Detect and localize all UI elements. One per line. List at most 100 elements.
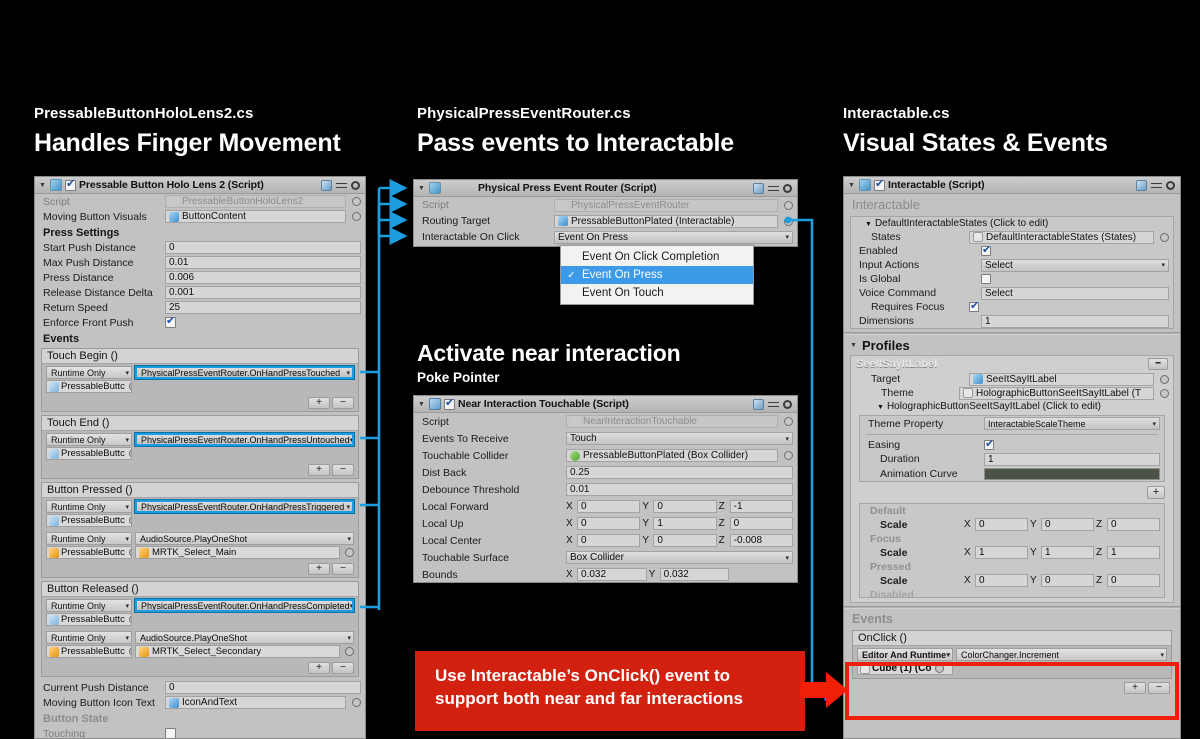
scale-z-input[interactable]: 0: [1107, 574, 1160, 587]
row-requires-focus[interactable]: Requires Focus: [851, 300, 1173, 314]
row-dist-back[interactable]: Dist Back 0.25: [414, 464, 797, 481]
row-moving-button-icon-text[interactable]: Moving Button Icon Text IconAndText: [35, 695, 365, 710]
preset-icon[interactable]: [336, 180, 347, 191]
event-add-remove[interactable]: + −: [42, 463, 358, 478]
object-picker-button[interactable]: [784, 200, 793, 210]
object-picker-button[interactable]: [345, 548, 354, 557]
add-listener-button[interactable]: +: [308, 464, 330, 476]
event-entry-row[interactable]: Runtime Only ▾ PhysicalPressEventRouter.O…: [42, 498, 358, 513]
listener-object-field[interactable]: PressableButtc: [46, 613, 132, 626]
listener-object-field[interactable]: Cube (1) (Co: [857, 662, 953, 675]
vector-y-input[interactable]: 0: [653, 500, 717, 513]
row-start-push-distance[interactable]: Start Push Distance 0: [35, 240, 365, 255]
remove-listener-button[interactable]: −: [332, 397, 354, 409]
event-entry-row[interactable]: Runtime Only ▾ PhysicalPressEventRouter.O…: [42, 431, 358, 446]
scale-y-input[interactable]: 0: [1041, 574, 1094, 587]
listener-mode-dropdown[interactable]: Runtime Only ▾: [46, 532, 132, 545]
listener-function-dropdown[interactable]: PhysicalPressEventRouter.OnHandPressTouc…: [135, 366, 354, 379]
duration-input[interactable]: 1: [984, 452, 1160, 466]
listener-function-dropdown[interactable]: PhysicalPressEventRouter.OnHandPressTrig…: [135, 500, 354, 513]
help-book-icon[interactable]: [753, 398, 764, 410]
row-is-global[interactable]: Is Global: [851, 272, 1173, 286]
row-touchable-collider[interactable]: Touchable Collider PressableButtonPlated…: [414, 447, 797, 464]
event-target-row[interactable]: PressableButtc: [42, 612, 358, 629]
easing-checkbox[interactable]: [984, 438, 994, 451]
event-add-remove[interactable]: + −: [42, 661, 358, 676]
theme-states-box[interactable]: Default Scale X 0 Y 0 Z 0 Focus Scale X …: [859, 503, 1165, 598]
theme-field[interactable]: HolographicButtonSeeItSayItLabel (T: [959, 386, 1154, 400]
scale-z-input[interactable]: 0: [1107, 518, 1160, 531]
listener-mode-dropdown[interactable]: Runtime Only ▾: [46, 500, 132, 513]
row-state-scale-pressed[interactable]: Scale X 0 Y 0 Z 0: [860, 573, 1164, 588]
listener-mode-dropdown[interactable]: Editor And Runtime ▾: [857, 648, 953, 661]
preset-icon[interactable]: [768, 183, 779, 194]
row-debounce-threshold[interactable]: Debounce Threshold 0.01: [414, 481, 797, 498]
value-input[interactable]: 0.006: [165, 271, 361, 284]
moving-button-icon-text-field[interactable]: IconAndText: [165, 696, 346, 709]
event-target-row[interactable]: PressableButtc: [42, 446, 358, 463]
touchable-collider-field[interactable]: PressableButtonPlated (Box Collider): [566, 449, 778, 462]
event-target-row[interactable]: PressableButtc MRTK_Select_Main: [42, 545, 358, 562]
foldout-triangle-icon[interactable]: ▼: [849, 342, 858, 349]
event-target-row[interactable]: PressableButtc: [42, 379, 358, 396]
object-picker-button[interactable]: [345, 647, 354, 656]
listener-argument-field[interactable]: MRTK_Select_Secondary: [135, 645, 340, 658]
help-book-icon[interactable]: [753, 182, 764, 194]
input-actions-dropdown[interactable]: Select ▾: [981, 258, 1169, 272]
row-target[interactable]: Target SeeItSayItLabel: [851, 372, 1173, 386]
object-picker-button[interactable]: [352, 212, 361, 221]
row-theme-property[interactable]: Theme Property InteractableScaleTheme ▾: [860, 416, 1164, 431]
row-return-speed[interactable]: Return Speed 25: [35, 300, 365, 315]
foldout-triangle-icon[interactable]: ▼: [877, 404, 884, 411]
theme-property-box[interactable]: Theme Property InteractableScaleTheme ▾ …: [859, 415, 1165, 482]
object-picker-button[interactable]: [784, 216, 793, 226]
row-enabled[interactable]: Enabled: [851, 244, 1173, 258]
theme-property-dropdown[interactable]: InteractableScaleTheme ▾: [984, 417, 1160, 430]
value-input[interactable]: 0.25: [566, 466, 793, 479]
row-touchable-surface[interactable]: Touchable Surface Box Collider ▾: [414, 549, 797, 566]
gear-icon[interactable]: [351, 180, 360, 190]
event-target-row[interactable]: Cube (1) (Co: [853, 661, 1171, 678]
event-block-onclick[interactable]: OnClick () Editor And Runtime ▾ ColorChan…: [852, 630, 1172, 679]
vector3-field[interactable]: X 0 Y 0 Z -1: [566, 500, 793, 513]
add-theme-row[interactable]: +: [851, 484, 1173, 501]
listener-function-dropdown[interactable]: AudioSource.PlayOneShot ▾: [135, 532, 354, 545]
listener-object-field[interactable]: PressableButtc: [46, 447, 132, 460]
interactable-inspector[interactable]: ▼ Interactable (Script) Interactable ▼De…: [843, 176, 1181, 739]
component-enabled-checkbox[interactable]: [874, 178, 885, 191]
preset-icon[interactable]: [1151, 180, 1162, 191]
row-events-to-receive[interactable]: Events To Receive Touch ▾: [414, 430, 797, 447]
event-block-button-pressed[interactable]: Button Pressed () Runtime Only ▾ Physical…: [41, 482, 359, 578]
states-field[interactable]: DefaultInteractableStates (States): [969, 230, 1154, 244]
vector-z-input[interactable]: 0: [729, 517, 793, 530]
row-press-distance[interactable]: Press Distance 0.006: [35, 270, 365, 285]
scale-y-input[interactable]: 1: [1041, 546, 1094, 559]
add-listener-button[interactable]: +: [1124, 682, 1146, 694]
animation-curve-field[interactable]: [984, 467, 1160, 480]
help-book-icon[interactable]: [1136, 179, 1147, 191]
row-max-push-distance[interactable]: Max Push Distance 0.01: [35, 255, 365, 270]
object-picker-button[interactable]: [784, 451, 793, 460]
remove-listener-button[interactable]: −: [332, 563, 354, 575]
event-target-row[interactable]: PressableButtc MRTK_Select_Secondary: [42, 644, 358, 661]
vector2-field[interactable]: X 0.032 Y 0.032: [566, 568, 793, 581]
vector-x-input[interactable]: 0: [577, 500, 641, 513]
interactable-on-click-dropdown[interactable]: Event On Press ▾: [554, 230, 793, 244]
object-picker-button[interactable]: [352, 698, 361, 707]
menu-item-event-on-touch[interactable]: Event On Touch: [561, 284, 753, 302]
foldout-triangle-icon[interactable]: ▼: [38, 182, 47, 189]
add-theme-button[interactable]: +: [1147, 486, 1165, 499]
moving-button-visuals-field[interactable]: ButtonContent: [165, 210, 346, 223]
row-release-distance-delta[interactable]: Release Distance Delta 0.001: [35, 285, 365, 300]
remove-listener-button[interactable]: −: [1148, 682, 1170, 694]
gear-icon[interactable]: [783, 183, 792, 193]
value-input[interactable]: 25: [165, 301, 361, 314]
vector-x-input[interactable]: 0: [577, 534, 641, 547]
gear-icon[interactable]: [783, 399, 792, 409]
vector-y-input[interactable]: 1: [653, 517, 717, 530]
vector-x-input[interactable]: 0: [577, 517, 641, 530]
profile-header[interactable]: SeeItSayItLabel −: [851, 356, 1173, 372]
row-interactable-on-click[interactable]: Interactable On Click Event On Press ▾: [414, 229, 797, 245]
object-picker-button[interactable]: [128, 449, 131, 458]
foldout-triangle-icon[interactable]: ▼: [865, 221, 872, 228]
